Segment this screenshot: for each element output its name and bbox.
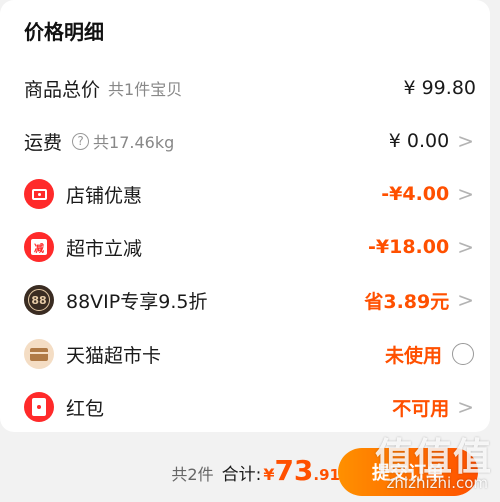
use-card-radio[interactable] bbox=[452, 343, 474, 365]
shipping-weight: 共17.46kg bbox=[93, 133, 175, 152]
chevron-right-icon: > bbox=[457, 182, 474, 206]
vip-discount-label: 88VIP专享9.5折 bbox=[66, 290, 208, 313]
page-title: 价格明细 bbox=[24, 20, 104, 44]
88vip-icon: 88 bbox=[24, 285, 54, 315]
red-packet-row[interactable]: 红包 不可用 > bbox=[0, 387, 490, 427]
tmall-card-label: 天猫超市卡 bbox=[66, 344, 162, 367]
currency-symbol: ¥ bbox=[263, 465, 275, 484]
goods-count: 共1件宝贝 bbox=[108, 80, 183, 99]
red-packet-icon bbox=[24, 392, 54, 422]
chevron-right-icon: > bbox=[457, 235, 474, 259]
chevron-right-icon: > bbox=[457, 395, 474, 419]
vip-discount-row[interactable]: 88 88VIP专享9.5折 省3.89元 > bbox=[0, 280, 490, 320]
market-reduce-label: 超市立减 bbox=[66, 237, 143, 260]
ticket-icon bbox=[24, 179, 54, 209]
chevron-right-icon: > bbox=[457, 129, 474, 153]
total-amount-decimal: .91 bbox=[313, 466, 340, 484]
card-icon bbox=[24, 339, 54, 369]
chevron-right-icon: > bbox=[457, 288, 474, 312]
goods-total-row: 商品总价 共1件宝贝 ¥ 99.80 bbox=[0, 68, 490, 108]
goods-total-value: ¥ 99.80 bbox=[403, 77, 476, 99]
order-total: 共2件 合计: ¥ 73 .91 bbox=[171, 454, 340, 487]
shipping-row[interactable]: 运费 ? 共17.46kg ¥ 0.00 > bbox=[0, 121, 490, 161]
watermark-url: zhizhizhi.com bbox=[386, 474, 488, 492]
help-icon[interactable]: ? bbox=[72, 132, 90, 150]
watermark: 值值值 bbox=[374, 435, 492, 479]
goods-total-label: 商品总价 bbox=[24, 78, 101, 101]
sum-label: 合计: bbox=[221, 465, 262, 485]
tmall-card-row[interactable]: 天猫超市卡 未使用 bbox=[0, 334, 490, 374]
vip-discount-value: 省3.89元 > bbox=[364, 288, 474, 313]
tmall-card-value: 未使用 bbox=[385, 341, 474, 368]
market-reduce-row[interactable]: 减 超市立减 -¥18.00 > bbox=[0, 227, 490, 267]
shop-discount-label: 店铺优惠 bbox=[66, 184, 143, 207]
red-packet-value: 不可用 > bbox=[392, 395, 474, 420]
item-count: 共2件 bbox=[171, 465, 214, 484]
shipping-label: 运费 bbox=[24, 131, 63, 154]
shop-discount-value: -¥4.00 > bbox=[381, 182, 474, 206]
price-detail-panel: 价格明细 商品总价 共1件宝贝 ¥ 99.80 运费 ? 共17.46kg ¥ … bbox=[0, 0, 490, 432]
total-amount-integer: 73 bbox=[274, 454, 314, 487]
reduce-icon: 减 bbox=[24, 232, 54, 262]
shop-discount-row[interactable]: 店铺优惠 -¥4.00 > bbox=[0, 174, 490, 214]
red-packet-label: 红包 bbox=[66, 397, 105, 420]
market-reduce-value: -¥18.00 > bbox=[368, 235, 474, 259]
shipping-value: ¥ 0.00 > bbox=[388, 129, 474, 153]
